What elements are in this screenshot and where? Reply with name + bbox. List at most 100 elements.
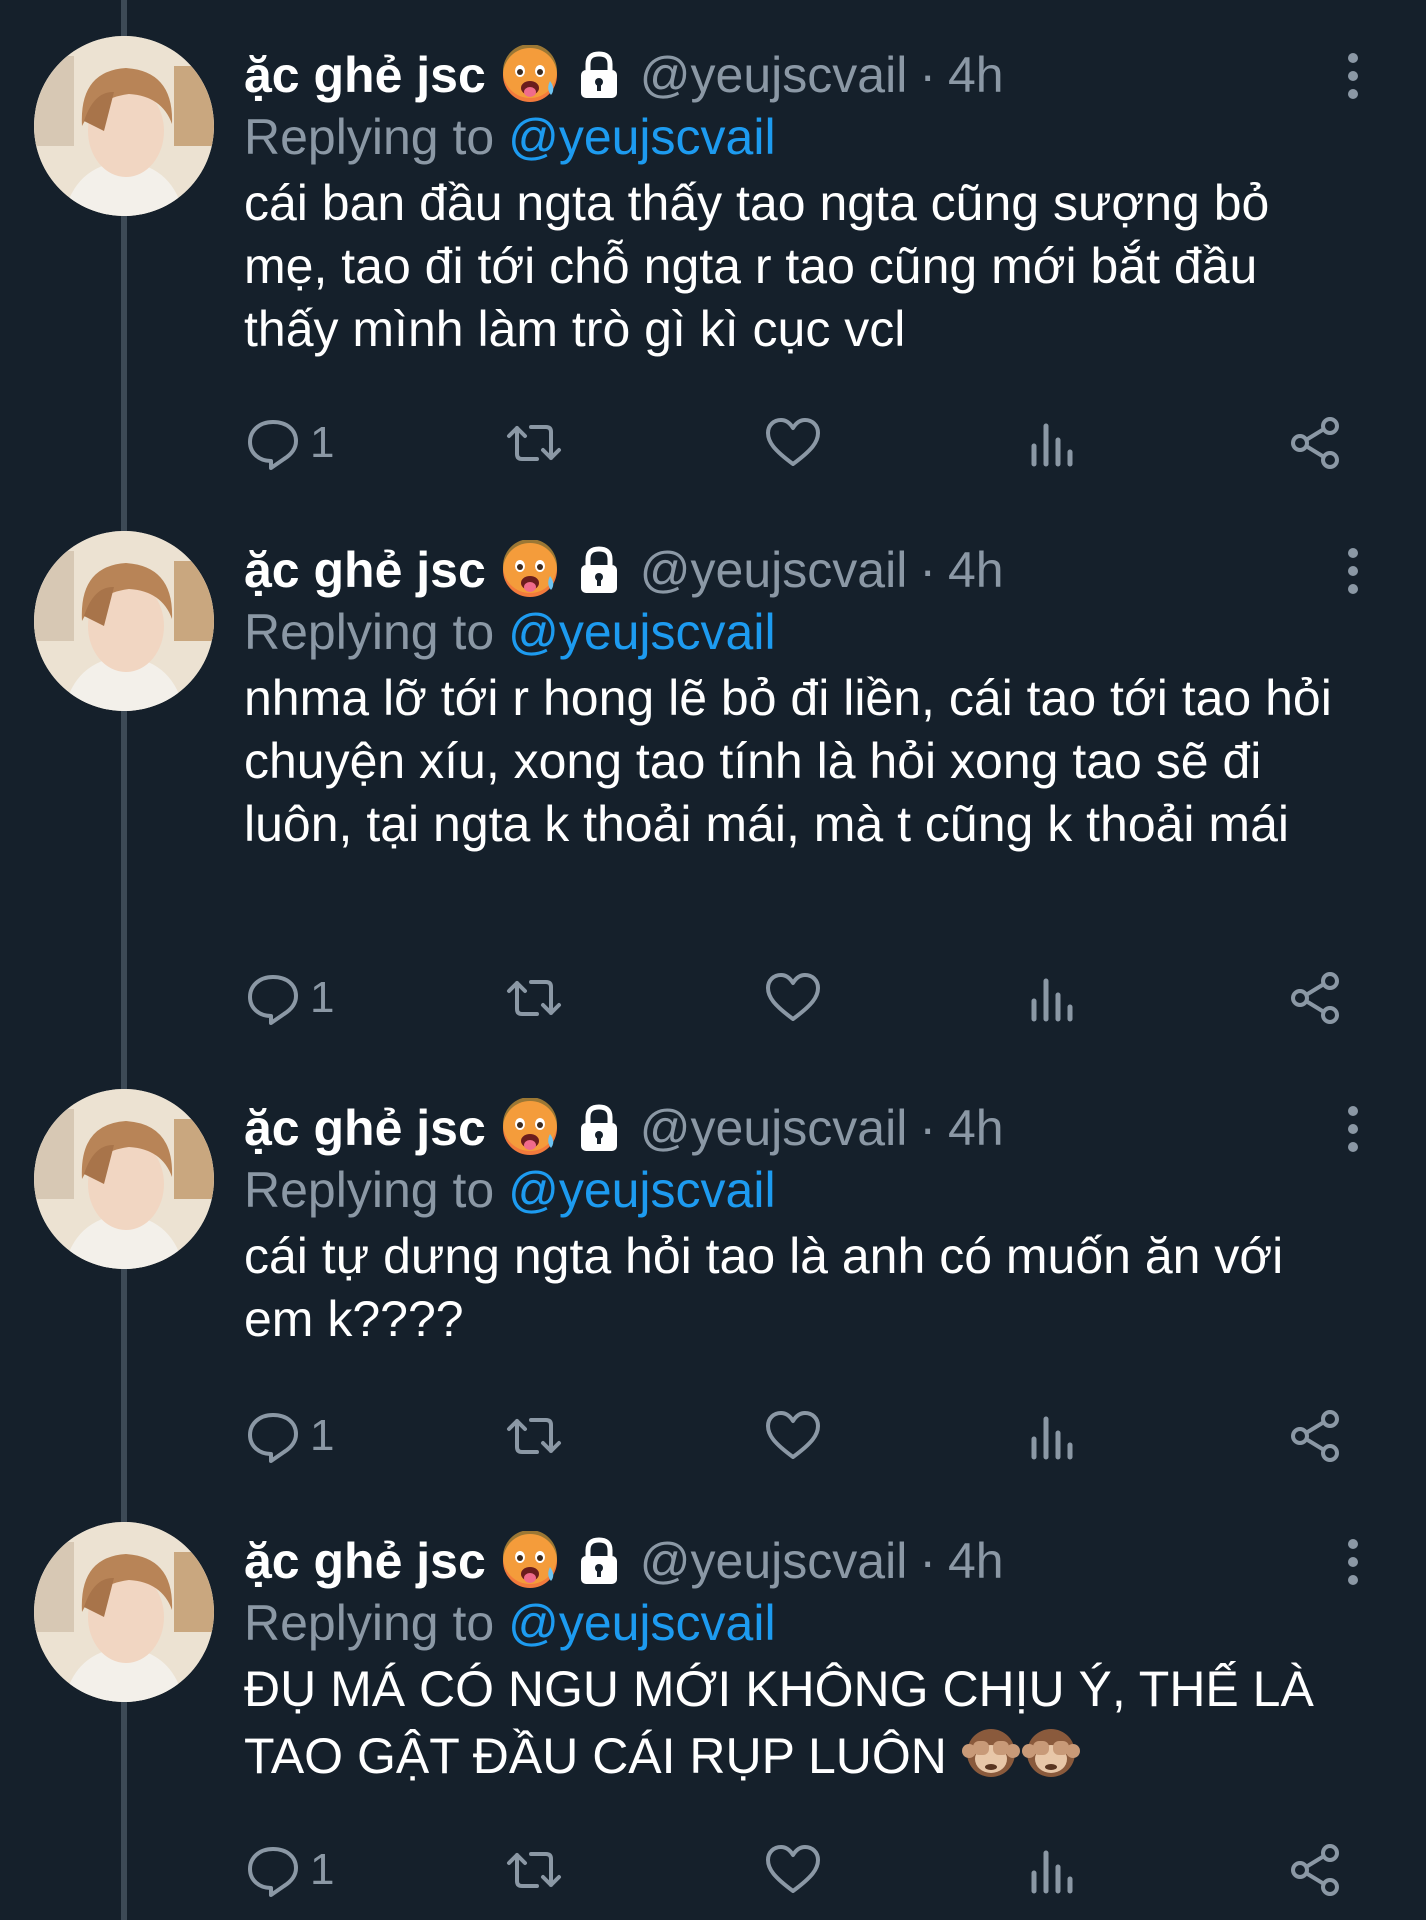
retweet-icon	[507, 1418, 561, 1454]
lock-icon	[580, 1104, 617, 1151]
reply-button[interactable]: 1	[244, 1835, 334, 1905]
see-no-evil-monkey-emoji-icon	[961, 1729, 1020, 1777]
share-icon	[1291, 972, 1339, 1024]
like-button[interactable]	[764, 1401, 822, 1471]
separator: ·	[919, 542, 936, 598]
action-bar: 1	[0, 963, 1426, 1033]
retweet-button[interactable]	[505, 1401, 563, 1471]
action-bar: 1	[0, 1401, 1426, 1471]
timestamp[interactable]: 4h	[948, 40, 1004, 110]
views-button[interactable]	[1024, 1401, 1082, 1471]
share-button[interactable]	[1286, 1835, 1344, 1905]
like-button[interactable]	[764, 408, 822, 478]
avatar-image	[34, 1522, 214, 1702]
reply-button[interactable]: 1	[244, 408, 334, 478]
replying-to: Replying to @yeujscvail	[244, 597, 776, 667]
separator: ·	[919, 47, 936, 103]
display-name[interactable]: ặc ghẻ jsc	[244, 1093, 486, 1163]
more-vertical-icon[interactable]	[1335, 541, 1371, 601]
like-button[interactable]	[764, 963, 822, 1033]
handle[interactable]: @yeujscvail	[640, 40, 908, 110]
views-icon	[1031, 1416, 1073, 1460]
reply-count: 1	[310, 418, 335, 467]
replying-mention[interactable]: @yeujscvail	[508, 1595, 776, 1651]
reply-button[interactable]: 1	[244, 1401, 334, 1471]
display-name[interactable]: ặc ghẻ jsc	[244, 535, 486, 605]
replying-mention[interactable]: @yeujscvail	[508, 109, 776, 165]
views-icon	[1031, 1850, 1073, 1894]
avatar-image	[34, 1089, 214, 1269]
reply-icon	[248, 1847, 298, 1897]
like-icon	[766, 1845, 820, 1893]
like-icon	[766, 418, 820, 466]
handle[interactable]: @yeujscvail	[640, 535, 908, 605]
replying-to: Replying to @yeujscvail	[244, 102, 776, 172]
handle[interactable]: @yeujscvail	[640, 1526, 908, 1596]
tweet-text: ĐỤ MÁ CÓ NGU MỚI KHÔNG CHỊU Ý, THẾ LÀ TA…	[244, 1658, 1364, 1788]
more-vertical-icon[interactable]	[1335, 1099, 1371, 1159]
tweet-header: ặc ghẻ jsc @yeujscvail · 4h	[244, 40, 1344, 110]
reply-icon	[248, 975, 298, 1025]
reply-button[interactable]: 1	[244, 963, 334, 1033]
more-vertical-icon[interactable]	[1335, 46, 1371, 106]
tweet-header: ặc ghẻ jsc @yeujscvail · 4h	[244, 1093, 1344, 1163]
timestamp[interactable]: 4h	[948, 535, 1004, 605]
replying-mention[interactable]: @yeujscvail	[508, 604, 776, 660]
views-button[interactable]	[1024, 408, 1082, 478]
retweet-icon	[507, 1852, 561, 1888]
share-button[interactable]	[1286, 963, 1344, 1033]
replying-to: Replying to @yeujscvail	[244, 1588, 776, 1658]
timestamp[interactable]: 4h	[948, 1526, 1004, 1596]
display-name[interactable]: ặc ghẻ jsc	[244, 1526, 486, 1596]
retweet-icon	[507, 980, 561, 1016]
share-icon	[1291, 417, 1339, 469]
separator: ·	[919, 1100, 936, 1156]
handle[interactable]: @yeujscvail	[640, 1093, 908, 1163]
hot-face-emoji-icon	[502, 45, 557, 102]
replying-label: Replying to	[244, 1162, 495, 1218]
views-button[interactable]	[1024, 1835, 1082, 1905]
tweet-header: ặc ghẻ jsc @yeujscvail · 4h	[244, 1526, 1344, 1596]
lock-icon	[580, 1537, 617, 1584]
retweet-button[interactable]	[505, 963, 563, 1033]
retweet-button[interactable]	[505, 1835, 563, 1905]
action-bar: 1	[0, 408, 1426, 478]
reply-count: 1	[310, 1411, 335, 1460]
retweet-button[interactable]	[505, 408, 563, 478]
views-button[interactable]	[1024, 963, 1082, 1033]
share-icon	[1291, 1844, 1339, 1896]
replying-mention[interactable]: @yeujscvail	[508, 1162, 776, 1218]
replying-label: Replying to	[244, 1595, 495, 1651]
avatar[interactable]	[34, 531, 214, 711]
replying-to: Replying to @yeujscvail	[244, 1155, 776, 1225]
share-button[interactable]	[1286, 408, 1344, 478]
tweet-text: cái ban đầu ngta thấy tao ngta cũng sượn…	[244, 175, 1284, 357]
display-name[interactable]: ặc ghẻ jsc	[244, 40, 486, 110]
views-icon	[1031, 978, 1073, 1022]
replying-label: Replying to	[244, 109, 495, 165]
see-no-evil-monkey-emoji-icon	[1021, 1729, 1080, 1777]
tweet-text-content: ĐỤ MÁ CÓ NGU MỚI KHÔNG CHỊU Ý, THẾ LÀ TA…	[244, 1661, 1327, 1784]
reply-icon	[248, 420, 298, 470]
avatar[interactable]	[34, 1089, 214, 1269]
tweet-text: nhma lỡ tới r hong lẽ bỏ đi liền, cái ta…	[244, 670, 1346, 852]
like-button[interactable]	[764, 1835, 822, 1905]
avatar[interactable]	[34, 1522, 214, 1702]
hot-face-emoji-icon	[502, 1531, 557, 1588]
more-vertical-icon[interactable]	[1335, 1532, 1371, 1592]
action-bar: 1	[0, 1835, 1426, 1905]
hot-face-emoji-icon	[502, 1098, 557, 1155]
share-button[interactable]	[1286, 1401, 1344, 1471]
avatar-image	[34, 36, 214, 216]
avatar-image	[34, 531, 214, 711]
lock-icon	[580, 546, 617, 593]
share-icon	[1291, 1410, 1339, 1462]
hot-face-emoji-icon	[502, 540, 557, 597]
retweet-icon	[507, 425, 561, 461]
replying-label: Replying to	[244, 604, 495, 660]
views-icon	[1031, 423, 1073, 467]
timestamp[interactable]: 4h	[948, 1093, 1004, 1163]
like-icon	[766, 973, 820, 1021]
lock-icon	[580, 51, 617, 98]
avatar[interactable]	[34, 36, 214, 216]
